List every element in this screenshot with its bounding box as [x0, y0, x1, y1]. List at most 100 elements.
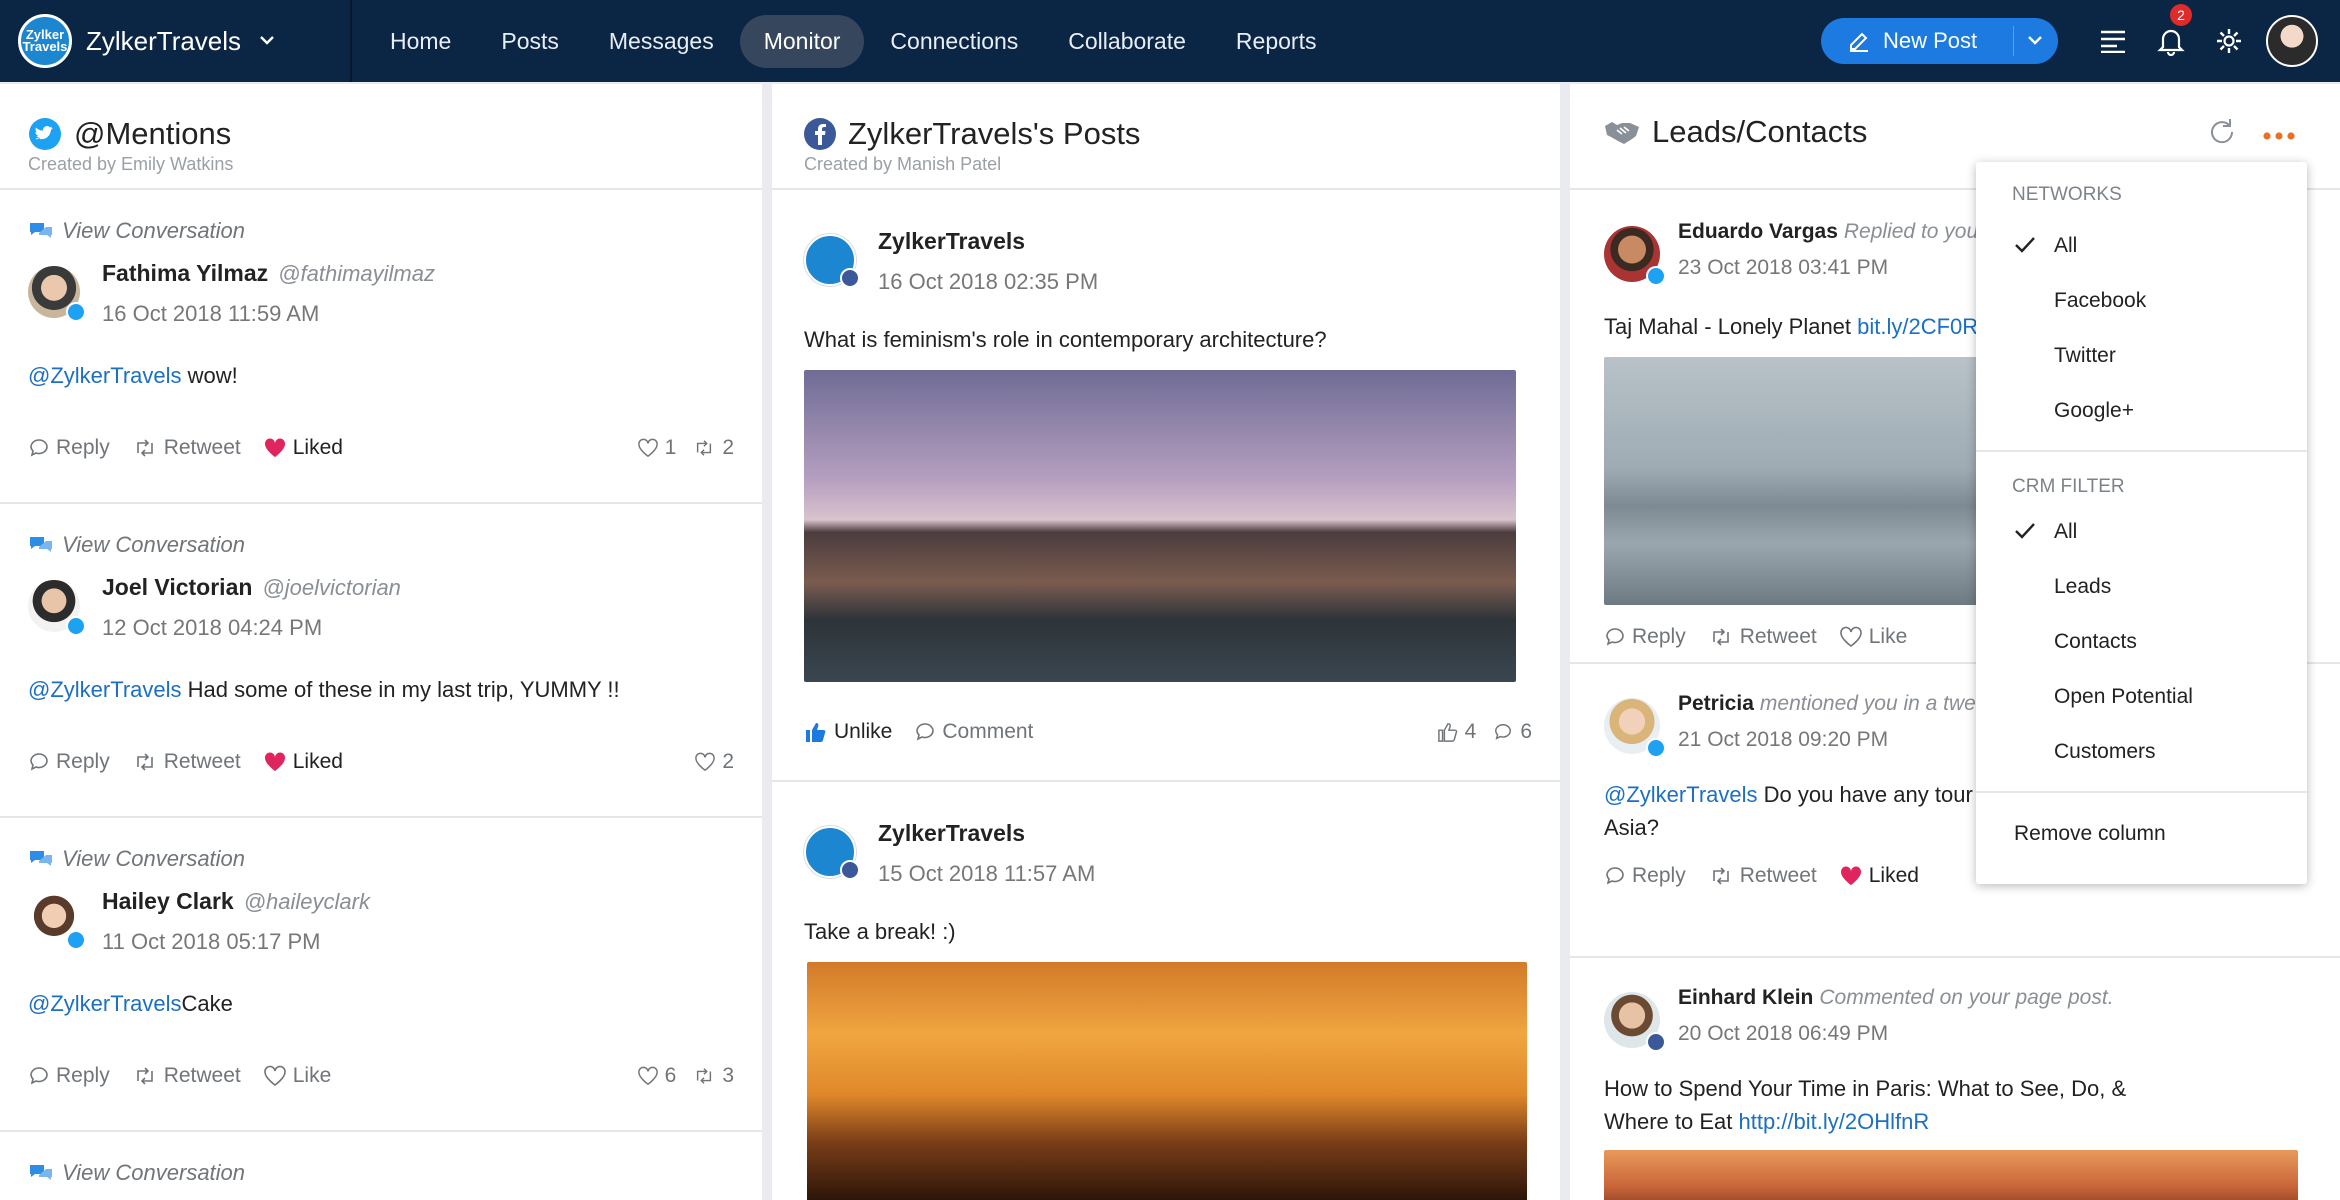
thumbs-up-icon: [1437, 723, 1457, 742]
author-name[interactable]: ZylkerTravels: [878, 228, 1098, 255]
author-avatar[interactable]: [1604, 992, 1666, 1052]
crm-filter-customers[interactable]: Customers: [1976, 724, 2307, 779]
comment-count-value: 6: [1520, 720, 1532, 743]
network-filter-facebook[interactable]: Facebook: [1976, 273, 2307, 328]
crm-filter-leads[interactable]: Leads: [1976, 559, 2307, 614]
reply-button[interactable]: Reply: [28, 750, 110, 774]
like-button[interactable]: Like: [263, 1064, 331, 1088]
mention-link[interactable]: @ZylkerTravels: [1604, 782, 1758, 807]
post-text: Take a break! :): [804, 919, 956, 944]
nav-posts[interactable]: Posts: [477, 15, 583, 68]
reply-label: Reply: [1632, 625, 1686, 648]
author-avatar[interactable]: [28, 894, 86, 950]
post-body: Taj Mahal - Lonely Planet: [1604, 314, 1858, 339]
author-name[interactable]: Joel Victorian: [102, 574, 252, 600]
author-avatar[interactable]: [28, 266, 86, 322]
checkmark-icon: [2014, 236, 2036, 260]
brand-logo: Zylker Travels: [18, 14, 72, 68]
reply-button[interactable]: Reply: [28, 436, 110, 460]
twitter-badge-icon: [1646, 266, 1666, 286]
notifications-bell-icon[interactable]: 2: [2142, 4, 2200, 56]
nav-monitor[interactable]: Monitor: [739, 14, 865, 68]
reply-button[interactable]: Reply: [1604, 625, 1686, 649]
retweet-button[interactable]: Retweet: [132, 436, 241, 460]
like-button[interactable]: Like: [1839, 625, 1907, 649]
comment-icon: [916, 723, 935, 741]
like-button[interactable]: Liked: [263, 750, 343, 774]
brand-switcher[interactable]: Zylker Travels ZylkerTravels: [0, 0, 352, 82]
retweet-button[interactable]: Retweet: [132, 750, 241, 774]
crm-filter-contacts[interactable]: Contacts: [1976, 614, 2307, 669]
author-name[interactable]: Fathima Yilmaz: [102, 260, 268, 286]
network-filter-all[interactable]: All: [1976, 218, 2307, 273]
facebook-badge-icon: [1646, 1032, 1666, 1052]
mention-link[interactable]: @ZylkerTravels: [28, 677, 182, 702]
nav-messages[interactable]: Messages: [585, 15, 738, 68]
remove-column-button[interactable]: Remove column: [1976, 805, 2307, 863]
post-image-basel-riverside[interactable]: [804, 370, 1516, 682]
unlike-button[interactable]: Unlike: [804, 720, 892, 744]
network-filter-twitter[interactable]: Twitter: [1976, 328, 2307, 383]
menu-list-icon[interactable]: [2084, 29, 2142, 53]
user-avatar[interactable]: [2266, 15, 2318, 67]
settings-gear-icon[interactable]: [2200, 27, 2258, 55]
refresh-icon[interactable]: [2206, 116, 2238, 153]
author-avatar[interactable]: [804, 234, 860, 288]
author-avatar[interactable]: [804, 826, 860, 880]
view-conversation-label: View Conversation: [62, 218, 246, 243]
nav-collaborate[interactable]: Collaborate: [1044, 15, 1210, 68]
like-count-value: 6: [664, 1064, 677, 1087]
more-options-icon[interactable]: [2262, 128, 2296, 146]
heart-icon: [637, 438, 658, 458]
reply-button[interactable]: Reply: [1604, 864, 1686, 888]
nav-home[interactable]: Home: [366, 15, 475, 68]
network-filter-google-plus[interactable]: Google+: [1976, 383, 2307, 438]
reply-label: Reply: [56, 1064, 110, 1087]
view-conversation-link[interactable]: View Conversation: [28, 532, 734, 558]
post-image-paris[interactable]: [1604, 1150, 2298, 1200]
author-avatar[interactable]: [1604, 698, 1666, 758]
mention-link[interactable]: @ZylkerTravels: [28, 991, 182, 1016]
like-label: Liked: [292, 750, 343, 773]
author-name[interactable]: Einhard Klein: [1678, 986, 1813, 1009]
heart-filled-icon: [1840, 866, 1861, 885]
crm-filter-all[interactable]: All: [1976, 504, 2307, 559]
author-name[interactable]: ZylkerTravels: [878, 820, 1095, 847]
nav-reports[interactable]: Reports: [1212, 15, 1341, 68]
post-image-sydney-opera-house[interactable]: [807, 962, 1527, 1200]
author-handle: @haileyclark: [243, 889, 370, 914]
post-link[interactable]: bit.ly/2CF0R: [1857, 314, 1978, 339]
retweet-button[interactable]: Retweet: [132, 1064, 241, 1088]
retweet-icon: [1712, 867, 1729, 885]
comment-button[interactable]: Comment: [914, 720, 1033, 744]
author-name[interactable]: Petricia: [1678, 692, 1754, 715]
post-card: ZylkerTravels 15 Oct 2018 11:57 AM Take …: [772, 782, 1560, 1200]
author-name[interactable]: Eduardo Vargas: [1678, 220, 1838, 243]
retweet-label: Retweet: [1739, 864, 1817, 887]
crm-filter-open-potential[interactable]: Open Potential: [1976, 669, 2307, 724]
retweet-button[interactable]: Retweet: [1708, 625, 1817, 649]
mention-link[interactable]: @ZylkerTravels: [28, 363, 182, 388]
post-card: ZylkerTravels 16 Oct 2018 02:35 PM What …: [772, 190, 1560, 782]
retweet-button[interactable]: Retweet: [1708, 864, 1817, 888]
retweet-count-value: 2: [722, 436, 734, 459]
like-button[interactable]: Liked: [263, 436, 343, 460]
nav-connections[interactable]: Connections: [866, 15, 1042, 68]
author-avatar[interactable]: [1604, 226, 1666, 286]
author-avatar[interactable]: [28, 580, 86, 636]
like-count: 4: [1437, 720, 1476, 744]
view-conversation-link[interactable]: View Conversation: [28, 1160, 734, 1186]
author-name[interactable]: Hailey Clark: [102, 888, 234, 914]
view-conversation-link[interactable]: View Conversation: [28, 846, 734, 872]
new-post-dropdown-icon[interactable]: [2026, 30, 2044, 56]
reply-icon: [30, 1067, 48, 1085]
like-count: 1: [637, 436, 676, 460]
like-button[interactable]: Liked: [1839, 864, 1919, 888]
retweet-label: Retweet: [1739, 625, 1817, 648]
new-post-button[interactable]: New Post: [1821, 18, 2058, 64]
retweet-count-value: 3: [722, 1064, 734, 1087]
reply-button[interactable]: Reply: [28, 1064, 110, 1088]
view-conversation-link[interactable]: View Conversation: [28, 218, 734, 244]
column-header: @Mentions Created by Emily Watkins: [0, 84, 762, 190]
post-link[interactable]: http://bit.ly/2OHlfnR: [1739, 1109, 1930, 1134]
